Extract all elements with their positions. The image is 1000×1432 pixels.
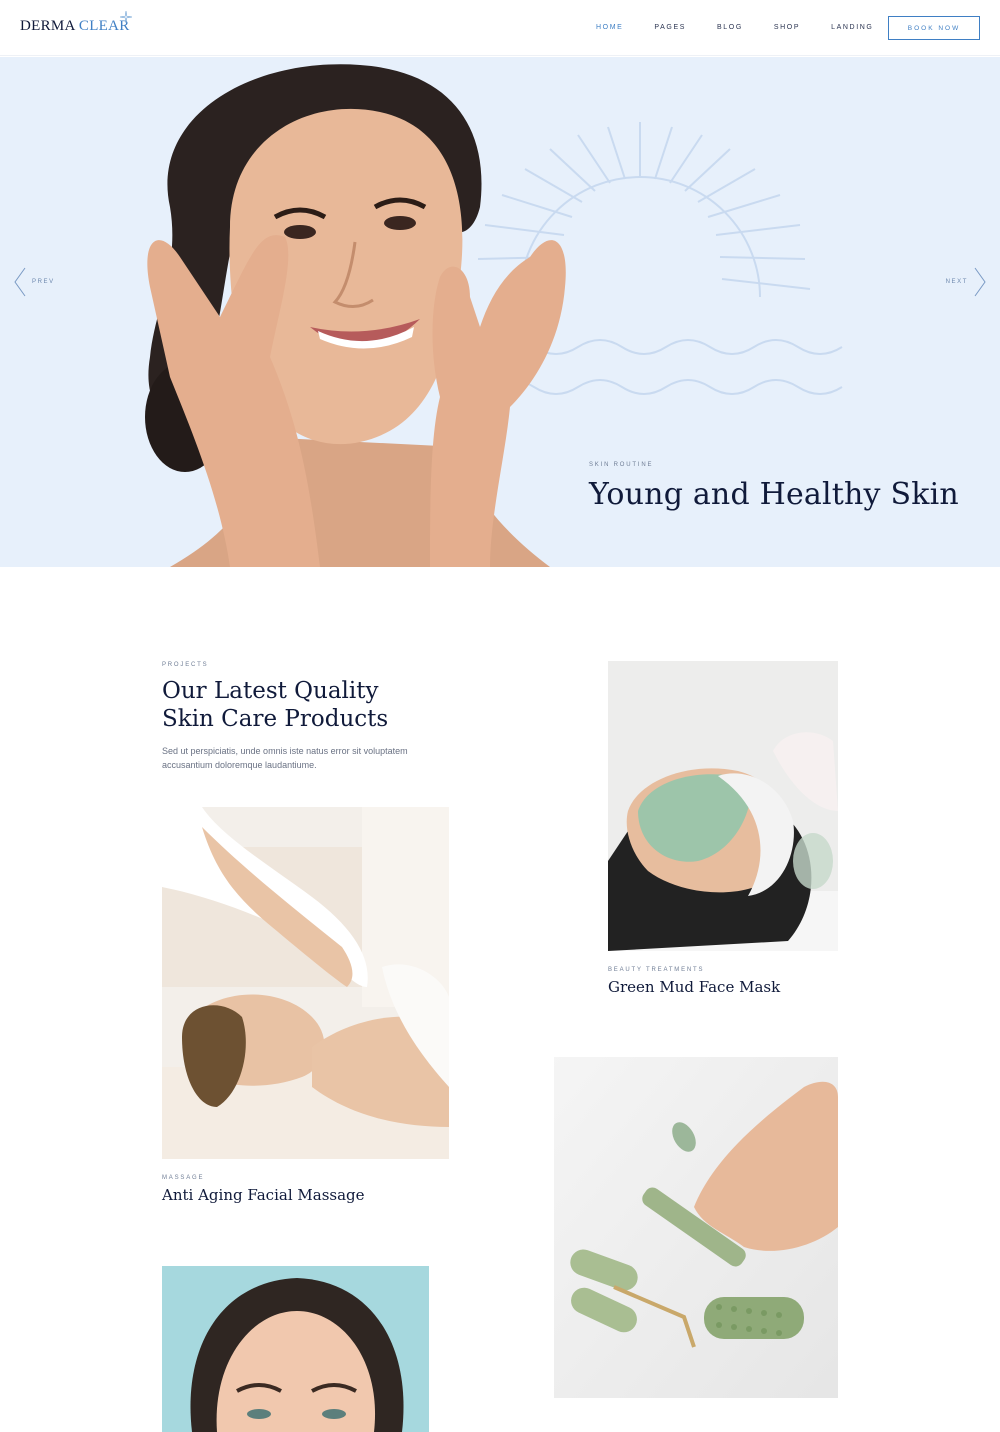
- brand-name-part1: DERMA: [20, 18, 75, 34]
- main-nav: HOME PAGES BLOG SHOP LANDING: [596, 24, 904, 31]
- projects-eyebrow: PROJECTS: [162, 662, 209, 668]
- hero-title: Young and Healthy Skin: [589, 477, 959, 512]
- card-category-mask: BEAUTY TREATMENTS: [608, 967, 705, 973]
- sparkle-icon: [120, 11, 132, 23]
- projects-title: Our Latest Quality Skin Care Products: [162, 677, 388, 733]
- hero-eyebrow: SKIN ROUTINE: [589, 462, 654, 468]
- jade-roller-image: [554, 1057, 838, 1398]
- prev-slide-button[interactable]: PREV: [14, 267, 55, 297]
- card-category-massage: MASSAGE: [162, 1175, 205, 1181]
- next-slide-button[interactable]: NEXT: [946, 267, 986, 297]
- chevron-right-icon: [974, 267, 986, 297]
- nav-blog[interactable]: BLOG: [717, 24, 743, 31]
- hero-slider: PREV NEXT SKIN ROUTINE Young and Healthy…: [0, 57, 1000, 567]
- face-mask-image: [608, 661, 838, 951]
- massage-photo[interactable]: [162, 807, 449, 1159]
- portrait-image: [162, 1266, 429, 1432]
- nav-pages[interactable]: PAGES: [654, 24, 686, 31]
- projects-title-line2: Skin Care Products: [162, 706, 389, 732]
- nav-landing[interactable]: LANDING: [831, 24, 873, 31]
- card-title-mask[interactable]: Green Mud Face Mask: [608, 978, 780, 996]
- massage-image: [162, 807, 449, 1159]
- jade-roller-photo[interactable]: [554, 1057, 838, 1398]
- hero-woman-photo: [145, 64, 566, 567]
- prev-label: PREV: [32, 279, 55, 285]
- card-title-massage[interactable]: Anti Aging Facial Massage: [162, 1186, 365, 1204]
- projects-description: Sed ut perspiciatis, unde omnis iste nat…: [162, 746, 408, 770]
- nav-home[interactable]: HOME: [596, 24, 623, 31]
- next-label: NEXT: [945, 279, 968, 285]
- portrait-photo[interactable]: [162, 1266, 429, 1432]
- book-now-button[interactable]: BOOK NOW: [888, 16, 980, 40]
- projects-title-line1: Our Latest Quality: [162, 678, 379, 704]
- brand-logo[interactable]: DERMA CLEAR: [20, 11, 132, 35]
- site-header: DERMA CLEAR HOME PAGES BLOG SHOP LANDING…: [0, 0, 1000, 56]
- face-mask-photo[interactable]: [608, 661, 838, 951]
- nav-shop[interactable]: SHOP: [774, 24, 800, 31]
- chevron-left-icon: [14, 267, 26, 297]
